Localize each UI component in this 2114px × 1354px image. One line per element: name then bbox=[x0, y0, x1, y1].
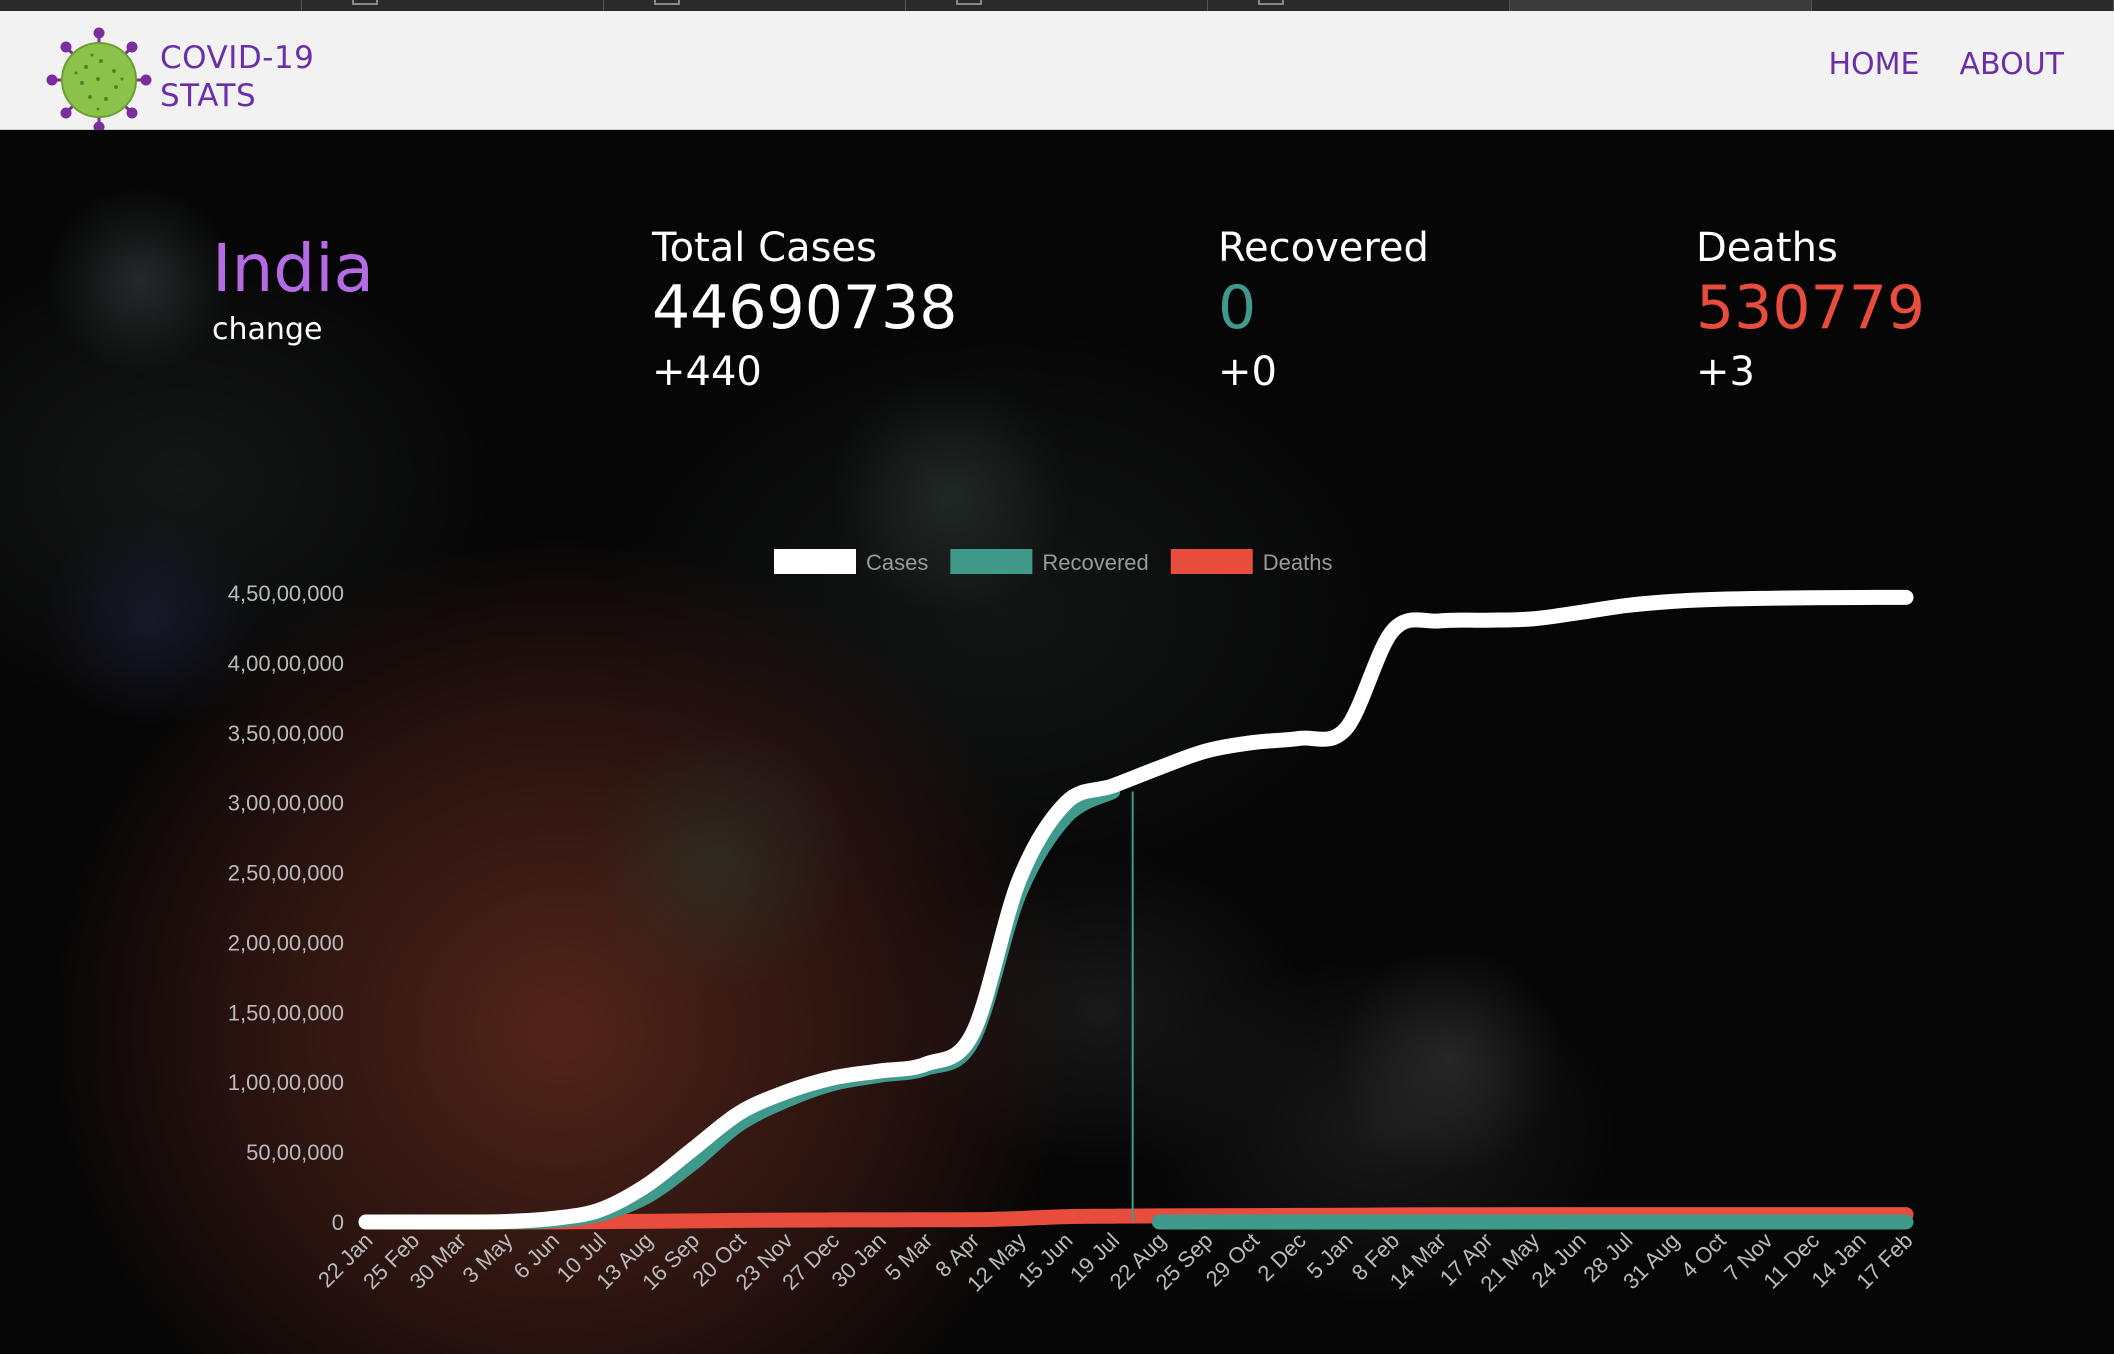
browser-tab[interactable] bbox=[604, 0, 906, 11]
y-tick-label: 3,00,00,000 bbox=[228, 791, 344, 816]
tab-icon bbox=[956, 0, 982, 5]
x-tick-label: 2 Dec bbox=[1253, 1228, 1311, 1286]
y-tick-label: 2,00,00,000 bbox=[228, 930, 344, 955]
browser-tab[interactable] bbox=[302, 0, 604, 11]
y-tick-label: 2,50,00,000 bbox=[228, 861, 344, 886]
browser-tab[interactable] bbox=[906, 0, 1208, 11]
y-tick-label: 50,00,000 bbox=[246, 1140, 344, 1165]
app-logo-text[interactable]: COVID-19 STATS bbox=[160, 39, 314, 115]
browser-tab[interactable] bbox=[1812, 0, 2114, 11]
legend-label-cases[interactable]: Cases bbox=[866, 550, 928, 575]
logo-line-1: COVID-19 bbox=[160, 40, 315, 76]
x-tick-label: 29 Oct bbox=[1201, 1228, 1265, 1292]
stats-panel: India change Total Cases 44690738 +440 R… bbox=[0, 130, 2114, 1354]
y-tick-label: 4,00,00,000 bbox=[228, 651, 344, 676]
tab-icon bbox=[1258, 0, 1284, 5]
tab-icon bbox=[654, 0, 680, 5]
x-tick-label: 6 Jun bbox=[508, 1228, 564, 1284]
tab-icon bbox=[352, 0, 378, 5]
y-tick-label: 1,50,00,000 bbox=[228, 1000, 344, 1025]
browser-tab[interactable] bbox=[0, 0, 302, 11]
virus-logo-icon[interactable] bbox=[46, 27, 152, 133]
legend-label-deaths[interactable]: Deaths bbox=[1263, 550, 1333, 575]
browser-tab-strip bbox=[0, 0, 2114, 11]
y-tick-label: 3,50,00,000 bbox=[228, 721, 344, 746]
series-line-cases[interactable] bbox=[358, 589, 1914, 1230]
browser-tab[interactable] bbox=[1208, 0, 1510, 11]
logo-line-2: STATS bbox=[160, 78, 257, 114]
series-line-recovered[interactable] bbox=[358, 783, 1121, 1230]
browser-tab-active[interactable] bbox=[1510, 0, 1812, 11]
nav-about-link[interactable]: ABOUT bbox=[1960, 47, 2064, 82]
legend-swatch-recovered[interactable] bbox=[950, 549, 1033, 574]
site-header: COVID-19 STATS HOME ABOUT bbox=[0, 11, 2114, 133]
y-tick-label: 0 bbox=[332, 1210, 344, 1235]
covid-timeline-chart[interactable]: 0 50,00,000 1,00,00,000 1,50,00,000 2,00,00,… bbox=[0, 130, 2114, 1354]
y-tick-label: 1,00,00,000 bbox=[228, 1070, 344, 1095]
y-tick-label: 4,50,00,000 bbox=[228, 581, 344, 606]
x-tick-label: 5 Mar bbox=[880, 1228, 937, 1285]
x-tick-label: 3 May bbox=[457, 1228, 517, 1288]
legend-swatch-cases[interactable] bbox=[774, 549, 856, 574]
nav-home-link[interactable]: HOME bbox=[1829, 47, 1920, 82]
legend-swatch-deaths[interactable] bbox=[1170, 549, 1253, 574]
legend-label-recovered[interactable]: Recovered bbox=[1042, 550, 1148, 575]
x-tick-label: 4 Oct bbox=[1676, 1228, 1731, 1283]
x-tick-label: 5 Jan bbox=[1302, 1228, 1358, 1284]
main-nav: HOME ABOUT bbox=[1829, 47, 2065, 82]
